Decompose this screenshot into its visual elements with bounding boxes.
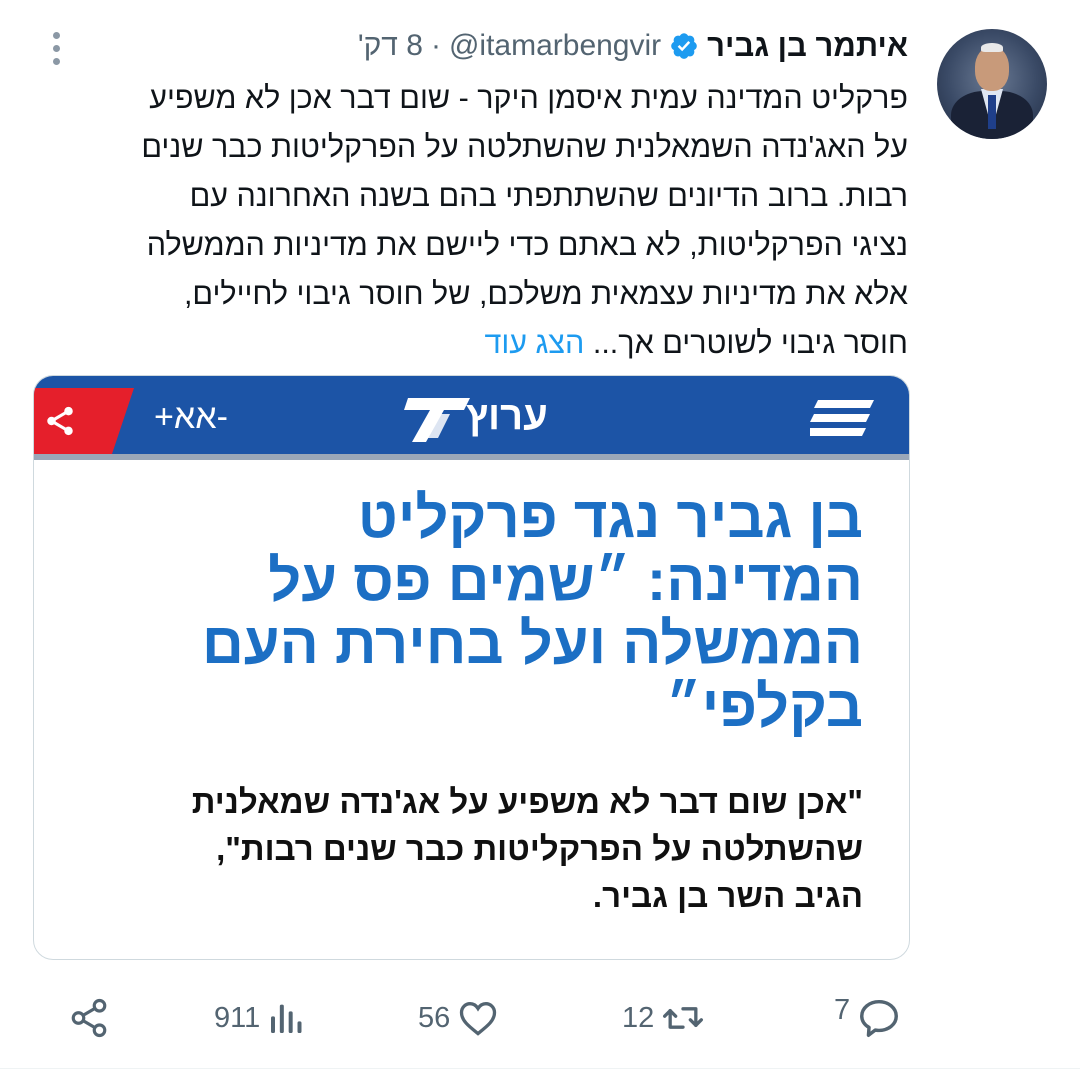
share-icon	[71, 998, 107, 1038]
likes-count: 56	[418, 1001, 451, 1034]
like-button[interactable]: 56	[418, 988, 500, 1048]
quote-line: שהשתלטה על הפרקליטות כבר שנים רבות",	[216, 830, 863, 867]
share-icon	[47, 406, 73, 436]
timestamp[interactable]: 8 דק'	[358, 29, 423, 63]
author-name[interactable]: איתמר בן גביר	[707, 28, 908, 64]
quote-line: הגיב השר בן גביר.	[592, 877, 863, 914]
repost-button[interactable]: 12	[622, 988, 706, 1048]
avatar[interactable]	[937, 29, 1047, 139]
show-more-link[interactable]: הצג עוד	[484, 326, 584, 360]
card-quote: "אכן שום דבר לא משפיע על אג'נדה שמאלנית …	[63, 778, 863, 919]
views-count: 911	[214, 1001, 261, 1034]
tweet-header: איתמר בן גביר @itamarbengvir · 8 דק'	[358, 24, 908, 68]
views-button[interactable]: 911	[214, 988, 306, 1048]
headline-line: בקלפי״	[665, 674, 863, 739]
reply-icon	[860, 999, 899, 1037]
replies-count: 7	[834, 994, 851, 1026]
tweet-text: פרקליט המדינה עמית איסמן היקר - שום דבר …	[38, 74, 908, 368]
site-header-bar: +אא- ערוץ	[34, 376, 909, 460]
tweet-text-line: רבות. ברוב הדיונים שהשתתפתי בהם בשנה האח…	[189, 179, 908, 213]
separator: ·	[430, 29, 441, 62]
headline-line: הממשלה ועל בחירת העם	[202, 611, 863, 676]
tweet-text-line: נציגי הפרקליטות, לא באתם כדי ליישם את מד…	[146, 228, 908, 262]
verified-badge-icon	[671, 33, 697, 59]
share-button[interactable]	[68, 988, 110, 1048]
headline-line: המדינה: ״שמים פס על	[268, 548, 863, 613]
repost-icon	[663, 1007, 704, 1029]
quote-line: "אכן שום דבר לא משפיע על אג'נדה שמאלנית	[191, 783, 863, 820]
font-size-control: +אא-	[154, 397, 228, 436]
tweet-text-line: אלא את מדיניות עצמאית משלכם, של חוסר גיב…	[183, 277, 908, 311]
site-logo-text: ערוץ	[466, 393, 548, 438]
more-options-icon[interactable]	[44, 32, 68, 72]
tweet-text-line: על האג'נדה השמאלנית שהשתלטה על הפרקליטות…	[141, 130, 908, 164]
divider	[0, 1068, 1080, 1069]
reply-button[interactable]: 7	[834, 988, 902, 1048]
tweet-actions: 911 56 12 7	[0, 988, 1080, 1048]
tweet-text-line-last: חוסר גיבוי לשוטרים אך... הצג עוד	[38, 319, 908, 368]
reposts-count: 12	[622, 1001, 655, 1034]
channel-7-logo	[404, 398, 470, 442]
tweet-text-truncated: חוסר גיבוי לשוטרים אך...	[592, 326, 908, 360]
menu-icon	[810, 400, 874, 436]
link-preview-card[interactable]: +אא- ערוץ בן גביר נגד פרקליט המדינה: ״שמ…	[33, 375, 910, 960]
views-icon	[271, 1004, 302, 1033]
handle[interactable]: @itamarbengvir	[449, 29, 661, 63]
share-tab	[34, 388, 134, 454]
card-headline: בן גביר נגד פרקליט המדינה: ״שמים פס על ה…	[63, 486, 863, 738]
headline-line: בן גביר נגד פרקליט	[357, 485, 863, 550]
tweet-text-line: פרקליט המדינה עמית איסמן היקר - שום דבר …	[149, 81, 908, 115]
like-icon	[460, 1002, 497, 1036]
